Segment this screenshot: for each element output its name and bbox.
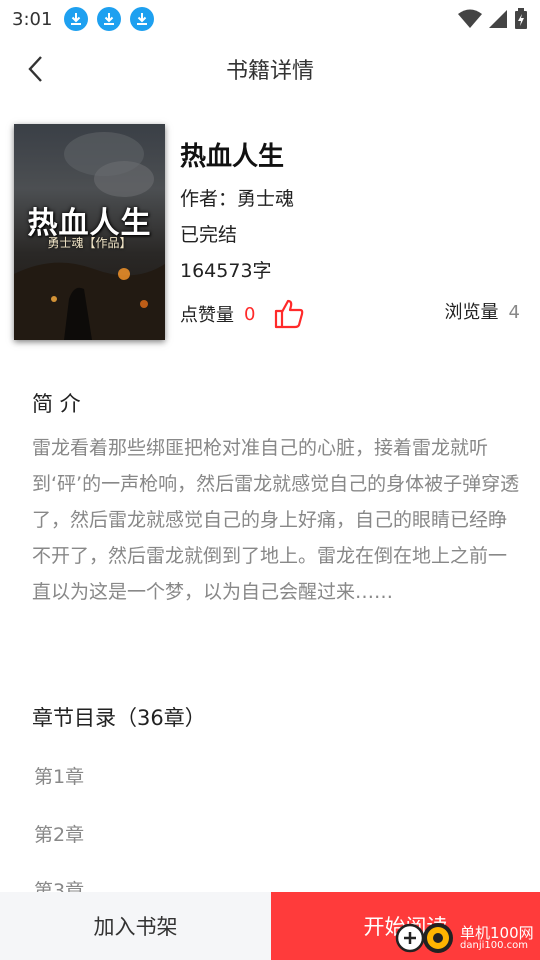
likes: 点赞量 0 [180, 298, 305, 330]
chapter-item[interactable]: 第2章 [34, 820, 84, 847]
intro-text: 雷龙看着那些绑匪把枪对准自己的心脏，接着雷龙就听到‘砰’的一声枪响，然后雷龙就感… [32, 437, 520, 603]
status-icons [458, 8, 528, 30]
book-title: 热血人生 [180, 142, 285, 172]
back-button[interactable] [22, 54, 52, 84]
nav-bar: 书籍详情 [0, 38, 540, 100]
signal-icon [489, 10, 507, 28]
page-title: 书籍详情 [225, 59, 314, 84]
chevron-left-icon [28, 56, 42, 82]
views-count: 4 [508, 302, 520, 323]
views-label: 浏览量 [444, 302, 499, 323]
chapters-heading: 章节目录（36章） [32, 706, 206, 730]
wifi-icon [458, 9, 482, 28]
word-count: 164573字 [180, 260, 272, 282]
book-header: 热血人生 勇士魂【作品】 热血人生 作者：勇士魂 已完结 164573字 点赞量… [14, 124, 526, 344]
watermark: 单机100网 danji100.com [394, 918, 534, 958]
likes-label: 点赞量 [180, 305, 234, 326]
like-button[interactable] [273, 298, 305, 330]
status-bar: 3:01 [0, 0, 540, 38]
status-time: 3:01 [12, 8, 53, 30]
download-icon [97, 7, 122, 31]
battery-charging-icon [515, 8, 527, 29]
intro-heading: 简 介 [32, 392, 81, 416]
chapter-item[interactable]: 第1章 [34, 762, 84, 789]
download-icon [64, 7, 89, 31]
thumbs-up-icon [275, 299, 304, 329]
book-cover[interactable]: 热血人生 勇士魂【作品】 [14, 124, 165, 340]
watermark-text: 单机100网 danji100.com [460, 923, 534, 951]
watermark-sub: danji100.com [460, 939, 528, 951]
book-author: 作者：勇士魂 [180, 188, 295, 210]
watermark-logo-icon [394, 918, 456, 958]
book-status: 已完结 [180, 224, 238, 246]
add-to-shelf-button[interactable]: 加入书架 [0, 892, 271, 960]
download-icon [130, 7, 155, 31]
watermark-main: 单机100网 [460, 923, 534, 942]
views: 浏览量 4 [445, 298, 520, 324]
likes-count: 0 [244, 303, 256, 325]
cover-author: 勇士魂【作品】 [47, 236, 132, 250]
